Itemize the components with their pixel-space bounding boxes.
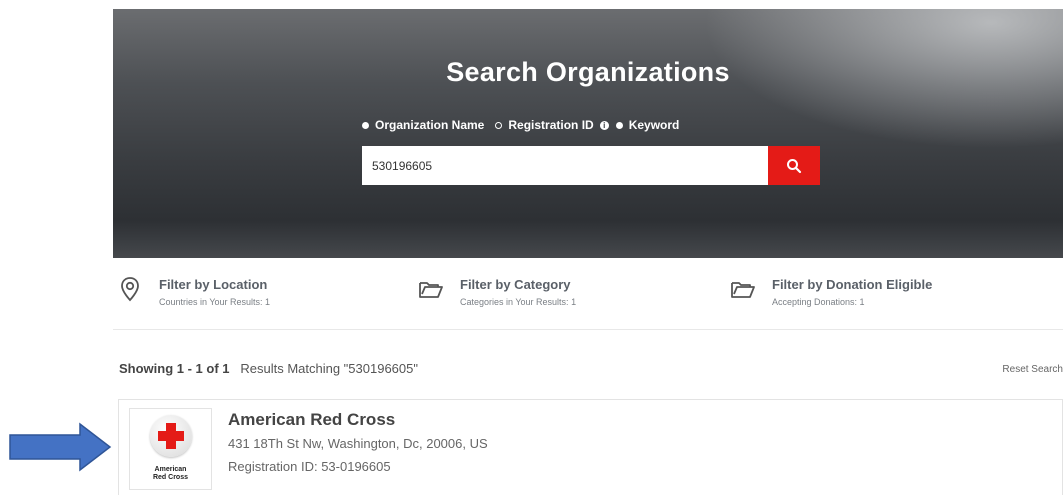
filter-bar: Filter by Location Countries in Your Res… [113,258,1063,330]
radio-label: Keyword [628,118,680,132]
logo-text-line: American [154,466,187,473]
radio-keyword[interactable]: Keyword [615,118,680,132]
search-button[interactable] [768,146,820,185]
folder-icon [731,282,755,298]
logo-wordmark: American Red Cross [130,466,211,482]
results-summary: Showing 1 - 1 of 1 Results Matching "530… [119,361,1063,376]
filter-location[interactable]: Filter by Location Countries in Your Res… [117,276,270,307]
results-count: Showing 1 - 1 of 1 [119,361,230,376]
radio-dot-icon [362,121,369,129]
page: Search Organizations Organization Name R… [113,9,1063,495]
search-icon [787,158,802,173]
filter-donation-eligible[interactable]: Filter by Donation Eligible Accepting Do… [730,276,932,307]
filter-category[interactable]: Filter by Category Categories in Your Re… [418,276,576,307]
logo-circle [150,415,192,457]
search-hero: Search Organizations Organization Name R… [113,9,1063,258]
results-matching: Results Matching "530196605" [240,361,418,376]
filter-title: Filter by Category [460,277,571,292]
info-icon[interactable]: i [599,120,609,130]
radio-label: Registration ID [508,118,594,132]
arrow-right-icon [9,422,112,472]
radio-registration-id[interactable]: Registration ID i [495,118,609,132]
logo-text-line: Red Cross [152,474,188,481]
organization-address: 431 18Th St Nw, Washington, Dc, 20006, U… [228,436,488,451]
filter-title: Filter by Donation Eligible [772,277,933,292]
location-pin-icon [121,277,139,302]
red-cross-icon [158,423,184,449]
page-title: Search Organizations [446,57,730,87]
organization-name[interactable]: American Red Cross [228,410,395,430]
folder-icon [419,282,443,298]
radio-organization-name[interactable]: Organization Name [362,118,484,132]
search-input[interactable] [362,146,768,185]
filter-title: Filter by Location [159,277,268,292]
reset-search-link[interactable]: Reset Search [1002,364,1063,375]
radio-label: Organization Name [375,118,485,132]
filter-subtitle: Accepting Donations: 1 [772,297,865,307]
organization-logo: American Red Cross [129,408,212,490]
radio-dot-icon [495,121,503,129]
filter-subtitle: Categories in Your Results: 1 [460,297,577,307]
filter-subtitle: Countries in Your Results: 1 [159,297,271,307]
registration-id: Registration ID: 53-0196605 [228,459,391,474]
radio-dot-icon [615,121,623,129]
organization-card[interactable]: American Red Cross American Red Cross 43… [118,399,1063,495]
search-type-options: Organization Name Registration ID i Keyw… [362,118,690,132]
